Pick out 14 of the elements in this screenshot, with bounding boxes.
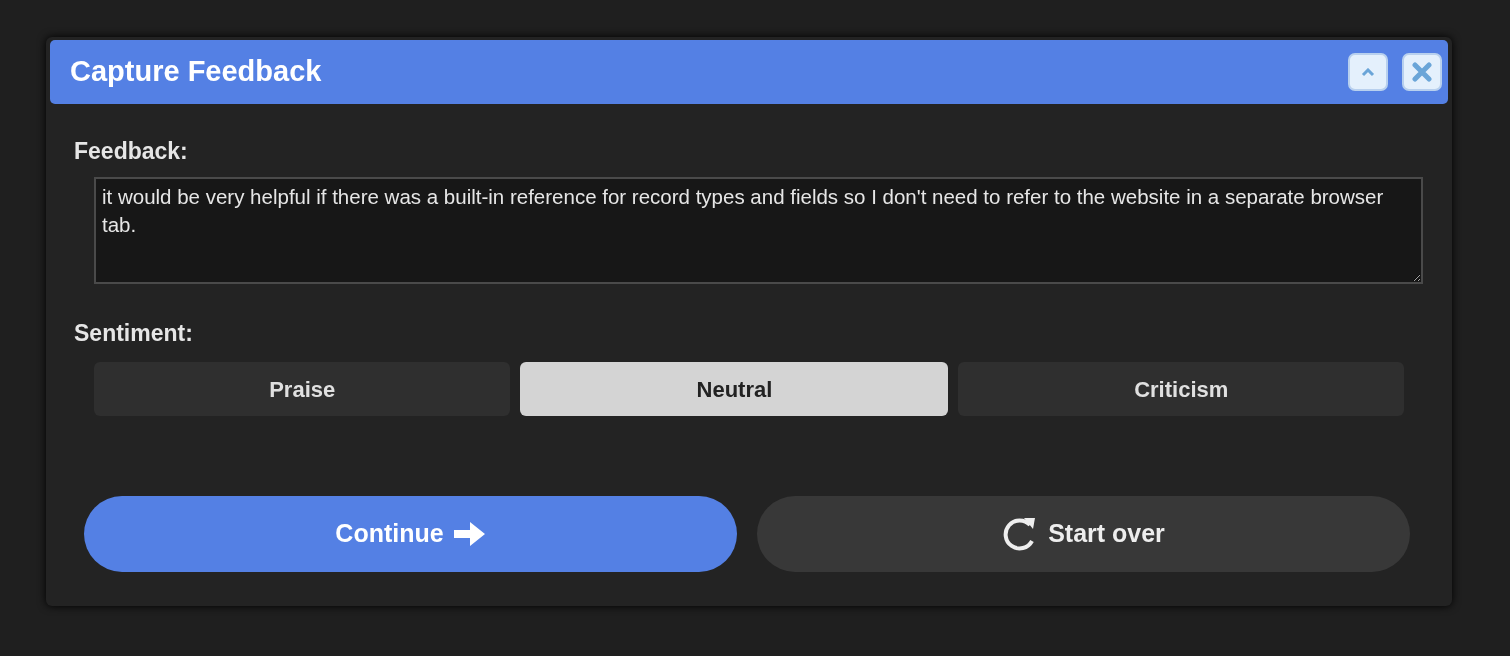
feedback-label: Feedback: xyxy=(74,137,189,166)
start-over-button[interactable]: Start over xyxy=(757,496,1410,572)
sentiment-label: Sentiment: xyxy=(74,318,194,348)
collapse-button[interactable] xyxy=(1348,53,1388,91)
dialog-title: Capture Feedback xyxy=(70,54,323,90)
continue-button[interactable]: Continue xyxy=(84,496,737,572)
arrow-right-icon xyxy=(453,521,486,547)
feedback-field[interactable]: it would be very helpful if there was a built-in reference for record types and fields so I don't need to refer to the website in a separate browser tab. xyxy=(94,176,1423,284)
close-icon xyxy=(1412,62,1432,82)
sentiment-option[interactable]: Praise xyxy=(94,362,511,416)
sentiment-option[interactable]: Criticism xyxy=(958,362,1404,416)
caret-icon xyxy=(1361,67,1375,77)
close-button[interactable] xyxy=(1402,53,1442,91)
sentiment-option[interactable]: Neutral xyxy=(520,362,949,416)
